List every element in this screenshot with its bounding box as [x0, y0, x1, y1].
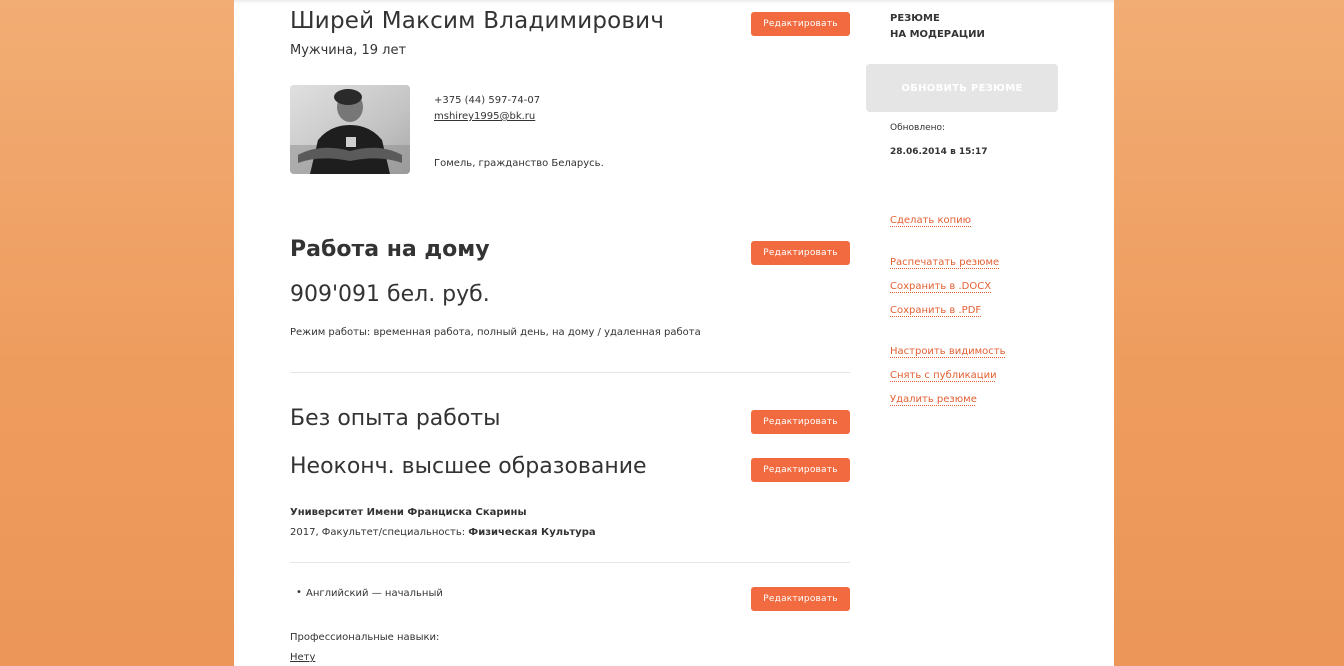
skills-label: Профессиональные навыки: [290, 632, 440, 643]
desired-position: Работа на дому [290, 237, 490, 262]
university-name: Университет Имени Франциска Скарины [290, 507, 527, 518]
status-line-1: РЕЗЮМЕ [890, 13, 940, 24]
salary: 909'091 бел. руб. [290, 282, 490, 307]
save-docx-link[interactable]: Сохранить в .DOCX [890, 281, 991, 292]
education-details: 2017, Факультет/специальность: Физическа… [290, 527, 596, 538]
visibility-settings-link[interactable]: Настроить видимость [890, 346, 1006, 357]
status-line-2: НА МОДЕРАЦИИ [890, 29, 985, 40]
unpublish-link[interactable]: Снять с публикации [890, 370, 997, 381]
updated-date: 28.06.2014 в 15:17 [890, 147, 988, 157]
education-specialty: Физическая Культура [468, 527, 596, 538]
edit-education-button[interactable]: Редактировать [751, 458, 850, 482]
section-divider [290, 372, 850, 373]
make-copy-link[interactable]: Сделать копию [890, 215, 971, 226]
edit-languages-button[interactable]: Редактировать [751, 587, 850, 611]
language-bullet: • [296, 587, 302, 598]
skills-value: Нету [290, 652, 316, 663]
section-divider [290, 562, 850, 563]
profile-photo [290, 85, 410, 174]
candidate-name: Ширей Максим Владимирович [290, 8, 665, 34]
edit-experience-button[interactable]: Редактировать [751, 410, 850, 434]
update-resume-button[interactable]: ОБНОВИТЬ РЕЗЮМЕ [866, 64, 1058, 112]
edit-position-button[interactable]: Редактировать [751, 241, 850, 265]
experience-title: Без опыта работы [290, 406, 501, 431]
updated-label: Обновлено: [890, 123, 946, 133]
delete-resume-link[interactable]: Удалить резюме [890, 394, 977, 405]
email-link[interactable]: mshirey1995@bk.ru [434, 111, 535, 122]
print-resume-link[interactable]: Распечатать резюме [890, 257, 999, 268]
education-details-prefix: 2017, Факультет/специальность: [290, 527, 469, 538]
phone-number: +375 (44) 597-74-07 [434, 95, 541, 106]
language-item: Английский — начальный [306, 588, 443, 599]
education-title: Неоконч. высшее образование [290, 454, 647, 479]
resume-status: РЕЗЮМЕ НА МОДЕРАЦИИ [890, 11, 1030, 43]
page-shadow [234, 0, 1114, 4]
gender-age: Мужчина, 19 лет [290, 43, 407, 58]
person-photo-image [290, 85, 410, 174]
city-citizenship: Гомель, гражданство Беларусь. [434, 158, 604, 169]
edit-personal-button[interactable]: Редактировать [751, 12, 850, 36]
work-mode: Режим работы: временная работа, полный д… [290, 327, 701, 338]
save-pdf-link[interactable]: Сохранить в .PDF [890, 305, 981, 316]
